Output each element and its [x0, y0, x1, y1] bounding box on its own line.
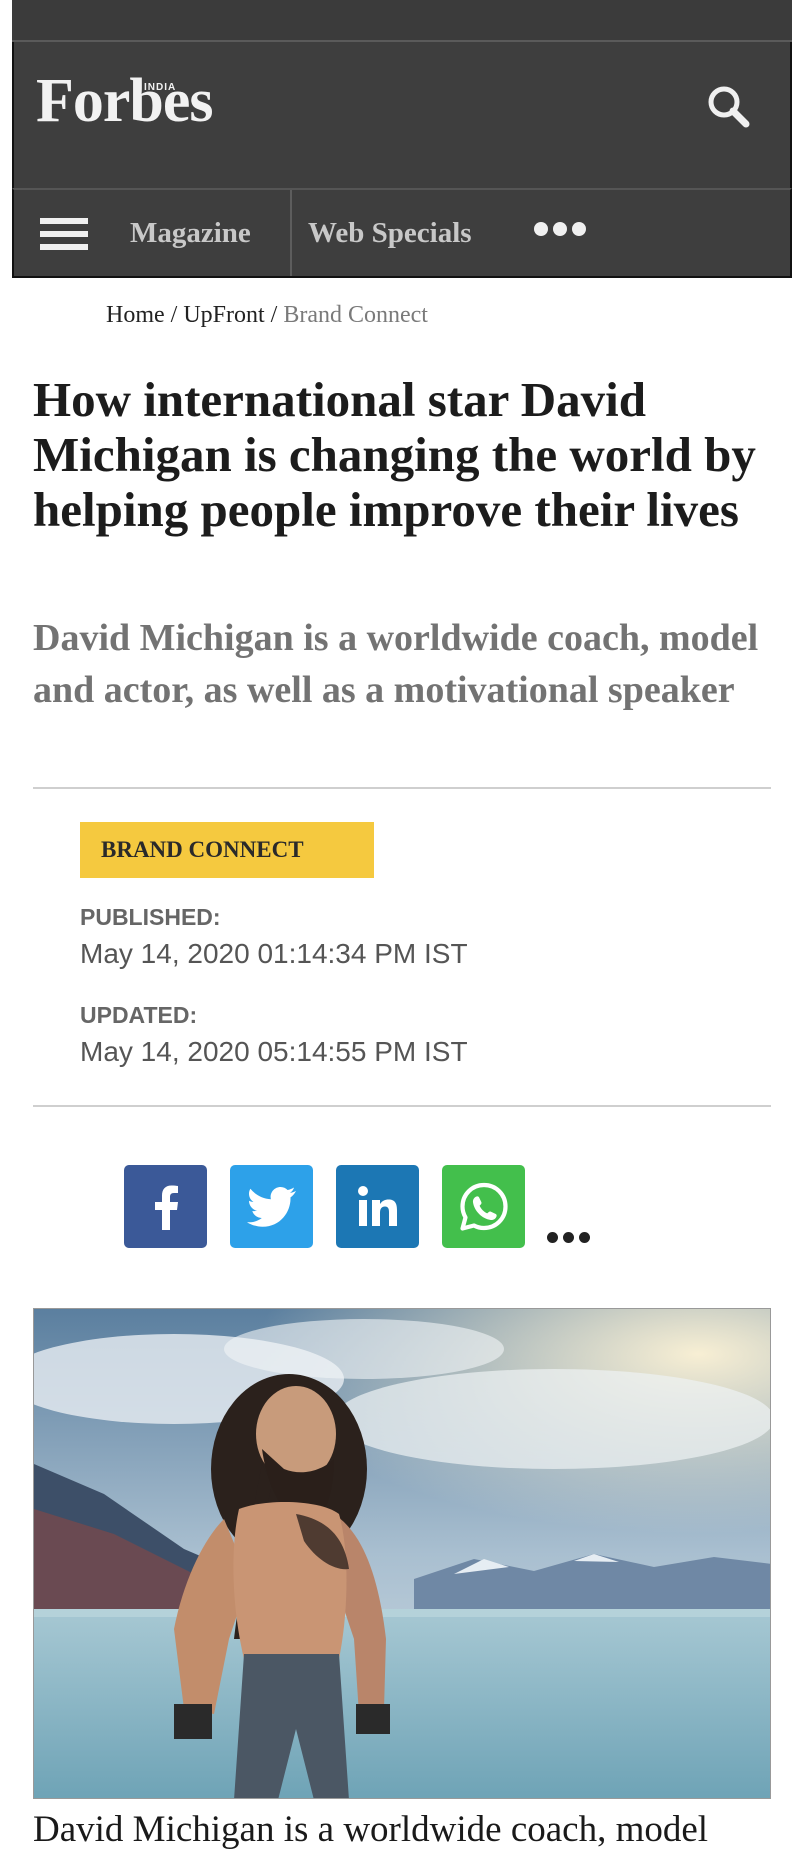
published-label: PUBLISHED: [80, 904, 221, 930]
article-headline: How international star David Michigan is… [33, 372, 756, 537]
share-more-icon[interactable] [547, 1232, 590, 1243]
logo-edition-label: INDIA [144, 82, 177, 93]
category-tag[interactable]: BRAND CONNECT [80, 822, 374, 878]
updated-date: May 14, 2020 05:14:55 PM IST [80, 1036, 468, 1067]
twitter-icon [246, 1186, 296, 1227]
twitter-share-button[interactable] [230, 1165, 313, 1248]
breadcrumb-separator: / [270, 302, 278, 328]
article-hero-image [33, 1308, 771, 1799]
breadcrumb-brand-connect[interactable]: Brand Connect [283, 302, 428, 328]
main-nav: Magazine Web Specials [12, 188, 792, 278]
browser-top-strip [12, 0, 792, 42]
forbes-logo[interactable]: Forbes [36, 70, 214, 132]
hamburger-menu-icon[interactable] [40, 218, 88, 254]
linkedin-icon [357, 1185, 397, 1226]
facebook-share-button[interactable] [124, 1165, 207, 1248]
search-button[interactable] [700, 78, 760, 138]
breadcrumb-home[interactable]: Home [106, 302, 165, 328]
nav-more-icon[interactable] [534, 222, 586, 236]
breadcrumb-upfront[interactable]: UpFront [183, 302, 264, 328]
nav-item-magazine[interactable]: Magazine [130, 190, 251, 276]
search-icon [708, 86, 750, 128]
nav-item-web-specials[interactable]: Web Specials [308, 190, 472, 276]
breadcrumb: Home / UpFront / Brand Connect [106, 302, 428, 329]
whatsapp-icon [459, 1182, 508, 1231]
nav-divider [290, 190, 292, 276]
divider [33, 787, 771, 789]
breadcrumb-separator: / [170, 302, 178, 328]
whatsapp-share-button[interactable] [442, 1165, 525, 1248]
facebook-icon [154, 1185, 178, 1230]
updated-label: UPDATED: [80, 1002, 198, 1028]
divider [33, 1105, 771, 1107]
article-subheadline: David Michigan is a worldwide coach, mod… [33, 617, 759, 711]
image-caption: David Michigan is a worldwide coach, mod… [33, 1809, 709, 1850]
published-date: May 14, 2020 01:14:34 PM IST [80, 938, 468, 969]
linkedin-share-button[interactable] [336, 1165, 419, 1248]
site-header: Forbes INDIA [12, 42, 792, 188]
